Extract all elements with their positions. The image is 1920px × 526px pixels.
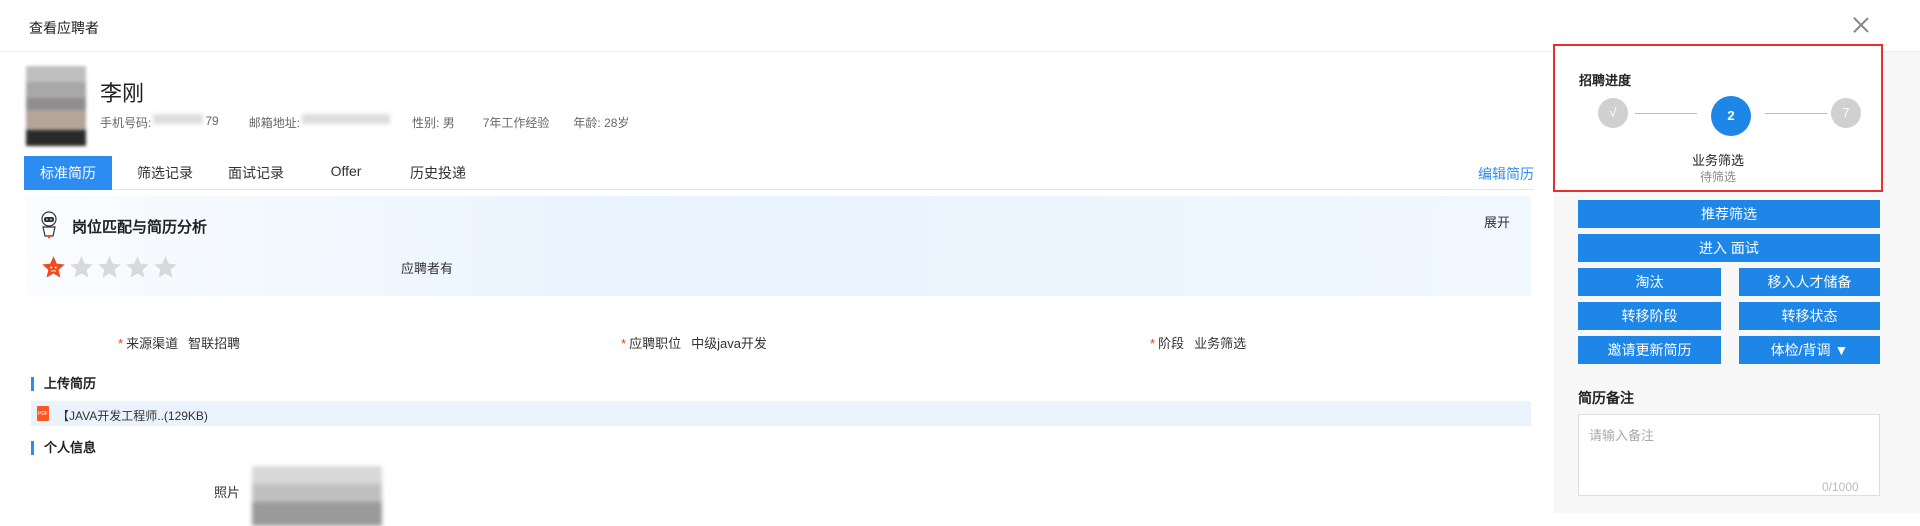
candidate-name: 李刚 bbox=[100, 81, 145, 106]
resume-tabs: 标准简历 筛选记录 面试记录 Offer 历史投递 bbox=[24, 156, 1534, 190]
age: 年龄: 28岁 bbox=[573, 116, 630, 130]
analysis-title: 岗位匹配与简历分析 bbox=[72, 219, 208, 236]
enter-interview-button[interactable]: 进入 面试 bbox=[1578, 234, 1880, 262]
current-step-name: 业务筛选 bbox=[1691, 153, 1744, 168]
progress-line-2 bbox=[1765, 113, 1827, 114]
phone-tail: 79 bbox=[205, 114, 219, 128]
uploaded-resume-title: 上传简历 bbox=[31, 377, 96, 391]
star-empty-icon bbox=[154, 256, 177, 278]
tab-history-applications[interactable]: 历史投递 bbox=[400, 156, 476, 190]
progress-step-current: 2 bbox=[1711, 96, 1751, 136]
current-step-status: 待筛选 bbox=[1699, 170, 1736, 184]
field-source: * 来源渠道 智联招聘 bbox=[118, 336, 241, 351]
recruitment-progress: 招聘进度 √ 2 7 业务筛选 待筛选 bbox=[1553, 44, 1883, 192]
field-stage: * 阶段 业务筛选 bbox=[1150, 336, 1247, 351]
email-label: 邮箱地址: bbox=[248, 116, 301, 130]
star-empty-icon bbox=[98, 256, 121, 278]
expand-button[interactable]: 展开 bbox=[1484, 212, 1510, 231]
source-value: 智联招聘 bbox=[188, 336, 241, 351]
progress-step-done: √ bbox=[1598, 98, 1628, 128]
pdf-file-icon bbox=[37, 406, 49, 421]
phone-redacted bbox=[153, 114, 204, 124]
progress-title: 招聘进度 bbox=[1579, 73, 1632, 88]
star-empty-icon bbox=[70, 256, 93, 278]
field-position: * 应聘职位 中级java开发 bbox=[621, 336, 767, 351]
star-filled-icon bbox=[42, 256, 65, 278]
eliminate-button[interactable]: 淘汰 bbox=[1578, 268, 1721, 296]
tab-screening-records[interactable]: 筛选记录 bbox=[127, 156, 203, 190]
candidate-modal: 查看应聘者 李刚 手机号码: 79 邮箱地址: 性别: 男 7年工作经验 年龄:… bbox=[0, 0, 1920, 526]
progress-step-last: 7 bbox=[1831, 98, 1861, 128]
source-label: 来源渠道 bbox=[126, 336, 179, 351]
modal-title: 查看应聘者 bbox=[29, 20, 99, 36]
stage-label: 阶段 bbox=[1158, 336, 1185, 351]
checkup-background-dropdown[interactable]: 体检/背调 ▼ bbox=[1739, 336, 1880, 364]
transfer-status-button[interactable]: 转移状态 bbox=[1739, 302, 1880, 330]
phone-label: 手机号码: bbox=[100, 116, 152, 130]
star-empty-icon bbox=[126, 256, 149, 278]
avatar bbox=[26, 66, 86, 146]
progress-line-1 bbox=[1635, 113, 1697, 114]
match-analysis-panel: 岗位匹配与简历分析 展开 应聘者有 bbox=[26, 196, 1531, 296]
tab-standard-resume[interactable]: 标准简历 bbox=[24, 156, 112, 190]
move-to-talent-pool-button[interactable]: 移入人才储备 bbox=[1739, 268, 1880, 296]
candidate-info-row: 手机号码: 79 邮箱地址: 性别: 男 7年工作经验 年龄: 28岁 bbox=[100, 114, 629, 131]
personal-info-title: 个人信息 bbox=[31, 441, 96, 455]
resume-notes-title: 简历备注 bbox=[1578, 390, 1634, 406]
tab-offer[interactable]: Offer bbox=[321, 156, 371, 190]
candidate-photo bbox=[252, 466, 382, 526]
close-icon[interactable] bbox=[1850, 14, 1872, 36]
position-label: 应聘职位 bbox=[629, 336, 682, 351]
experience: 7年工作经验 bbox=[482, 116, 550, 130]
stage-value: 业务筛选 bbox=[1194, 336, 1247, 351]
transfer-stage-button[interactable]: 转移阶段 bbox=[1578, 302, 1721, 330]
gender: 性别: 男 bbox=[412, 116, 455, 130]
edit-resume-link[interactable]: 编辑简历 bbox=[1478, 164, 1534, 184]
notes-char-counter: 0/1000 bbox=[1822, 480, 1859, 494]
applicant-has-text: 应聘者有 bbox=[401, 261, 454, 276]
position-value: 中级java开发 bbox=[691, 336, 767, 351]
recommend-screening-button[interactable]: 推荐筛选 bbox=[1578, 200, 1880, 228]
robot-icon bbox=[41, 211, 57, 239]
invite-update-resume-button[interactable]: 邀请更新简历 bbox=[1578, 336, 1721, 364]
uploaded-file-row: 【JAVA开发工程师..(129KB) bbox=[31, 401, 1531, 426]
email-redacted bbox=[302, 114, 391, 124]
rating-stars bbox=[40, 254, 179, 281]
tab-interview-records[interactable]: 面试记录 bbox=[218, 156, 294, 190]
uploaded-file-link[interactable]: 【JAVA开发工程师..(129KB) bbox=[57, 407, 208, 424]
photo-label: 照片 bbox=[214, 485, 241, 500]
